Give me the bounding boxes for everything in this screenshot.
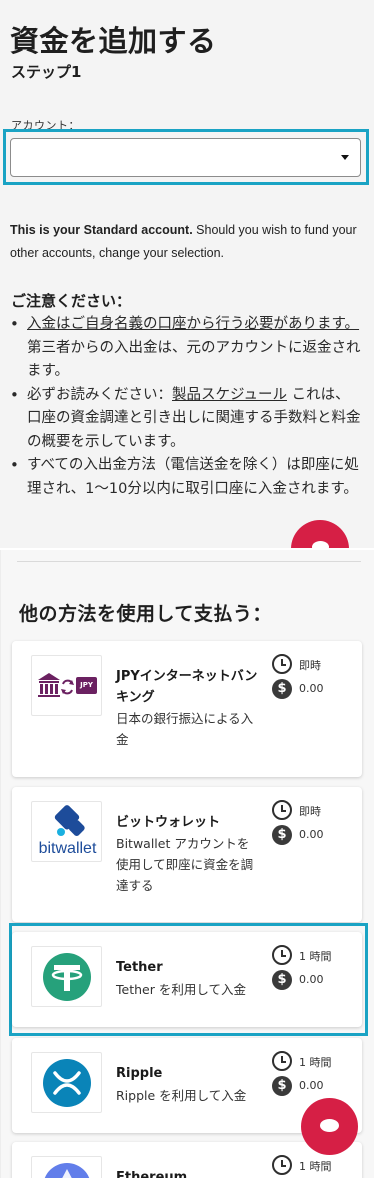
processing-time-value: 1 時間 bbox=[299, 1056, 332, 1069]
method-card-jpy-banking[interactable]: JPY JPYインターネットバンキング 日本の銀行振込による入金 即時 $ 0.… bbox=[12, 641, 362, 777]
fee-value: 0.00 bbox=[299, 682, 324, 695]
processing-time: 即時 bbox=[272, 800, 362, 822]
chat-bubble-icon bbox=[320, 1119, 339, 1132]
processing-time: 1 時間 bbox=[272, 1051, 362, 1073]
method-desc: 日本の銀行振込による入金 bbox=[116, 711, 254, 747]
processing-time-value: 即時 bbox=[299, 805, 321, 818]
processing-time: 1 時間 bbox=[272, 945, 362, 967]
caution-title: ご注意ください： bbox=[11, 292, 132, 310]
processing-time: 1 時間 bbox=[272, 1155, 362, 1177]
ripple-logo bbox=[31, 1052, 102, 1113]
caution-item: 入金はご自身名義の口座から行う必要があります。 第三者からの入出金は、元のアカウ… bbox=[10, 313, 362, 384]
method-name: Ethereum bbox=[116, 1170, 188, 1178]
clock-icon bbox=[272, 1051, 292, 1071]
product-schedule-link[interactable]: 製品スケジュール bbox=[172, 387, 287, 403]
fee-value: 0.00 bbox=[299, 828, 324, 841]
method-desc: Bitwallet アカウントを使用して即座に資金を調達する bbox=[116, 836, 254, 893]
caution-item-text: すべての入出金方法（電信送金を除く）は即座に処理され、1〜10分以内に取引口座に… bbox=[27, 457, 359, 497]
account-info-bold: This is your Standard account. bbox=[10, 223, 193, 237]
ethereum-icon bbox=[44, 1163, 90, 1178]
step-label: ステップ1 bbox=[11, 63, 82, 81]
step1-panel: 資金を追加する ステップ1 アカウント： This is your Standa… bbox=[0, 0, 374, 548]
tether-logo bbox=[31, 946, 102, 1007]
method-card-tether[interactable]: Tether Tether を利用して入金 1 時間 $ 0.00 bbox=[12, 932, 362, 1027]
fee: $ 0.00 bbox=[272, 1076, 362, 1098]
processing-time-value: 即時 bbox=[299, 659, 321, 672]
method-name: Ripple bbox=[116, 1066, 163, 1081]
caution-item: すべての入出金方法（電信送金を除く）は即座に処理され、1〜10分以内に取引口座に… bbox=[10, 454, 362, 501]
clock-icon bbox=[272, 654, 292, 674]
method-name: JPYインターネットバンキング bbox=[116, 669, 258, 705]
caution-item-prefix: 必ずお読みください： bbox=[27, 386, 172, 403]
clock-icon bbox=[272, 1155, 292, 1175]
dollar-coin-icon: $ bbox=[272, 1076, 292, 1096]
jpy-bank-logo: JPY bbox=[31, 655, 102, 716]
ripple-icon bbox=[43, 1059, 91, 1107]
method-name: Tether bbox=[116, 960, 163, 975]
account-select[interactable] bbox=[10, 138, 361, 177]
fee-value: 0.00 bbox=[299, 973, 324, 986]
divider bbox=[17, 561, 361, 562]
processing-time: 即時 bbox=[272, 654, 362, 676]
bitwallet-logo-text: bitwallet bbox=[38, 840, 97, 857]
fee: $ 0.00 bbox=[272, 970, 362, 992]
page-title: 資金を追加する bbox=[10, 24, 217, 58]
dollar-coin-icon: $ bbox=[272, 679, 292, 699]
chevron-down-icon bbox=[341, 155, 349, 160]
clock-icon bbox=[272, 800, 292, 820]
chat-button[interactable] bbox=[301, 1098, 358, 1155]
fee-value: 0.00 bbox=[299, 1079, 324, 1092]
chat-bubble-icon bbox=[312, 541, 329, 548]
caution-item-text: 第三者からの入出金は、元のアカウントに返金されます。 bbox=[27, 339, 361, 380]
method-card-bitwallet[interactable]: bitwallet ビットウォレット Bitwallet アカウントを使用して即… bbox=[12, 787, 362, 922]
dollar-coin-icon: $ bbox=[272, 970, 292, 990]
caution-list: 入金はご自身名義の口座から行う必要があります。 第三者からの入出金は、元のアカウ… bbox=[10, 313, 362, 501]
methods-title: 他の方法を使用して支払う： bbox=[19, 603, 272, 625]
account-info-text: This is your Standard account. Should yo… bbox=[10, 219, 365, 265]
method-desc: Ripple を利用して入金 bbox=[116, 1088, 247, 1103]
dollar-coin-icon: $ bbox=[272, 825, 292, 845]
bitwallet-logo: bitwallet bbox=[31, 801, 102, 862]
own-account-link[interactable]: 入金はご自身名義の口座から行う必要があります。 bbox=[27, 316, 359, 332]
jpy-badge-text: JPY bbox=[80, 681, 93, 689]
tether-icon bbox=[43, 953, 91, 1001]
payment-methods-panel: 他の方法を使用して支払う： JPY JPYインターネットバンキング 日本の銀行振… bbox=[0, 550, 374, 1178]
processing-time-value: 1 時間 bbox=[299, 950, 332, 963]
clock-icon bbox=[272, 945, 292, 965]
processing-time-value: 1 時間 bbox=[299, 1160, 332, 1173]
fee: $ 0.00 bbox=[272, 679, 362, 701]
fee: $ 0.00 bbox=[272, 825, 362, 847]
chat-button[interactable] bbox=[291, 520, 349, 548]
method-name: ビットウォレット bbox=[116, 815, 221, 830]
method-desc: Tether を利用して入金 bbox=[116, 982, 246, 997]
caution-item: 必ずお読みください：製品スケジュール これは、口座の資金調達と引き出しに関連する… bbox=[10, 384, 362, 455]
ethereum-logo bbox=[31, 1156, 102, 1178]
